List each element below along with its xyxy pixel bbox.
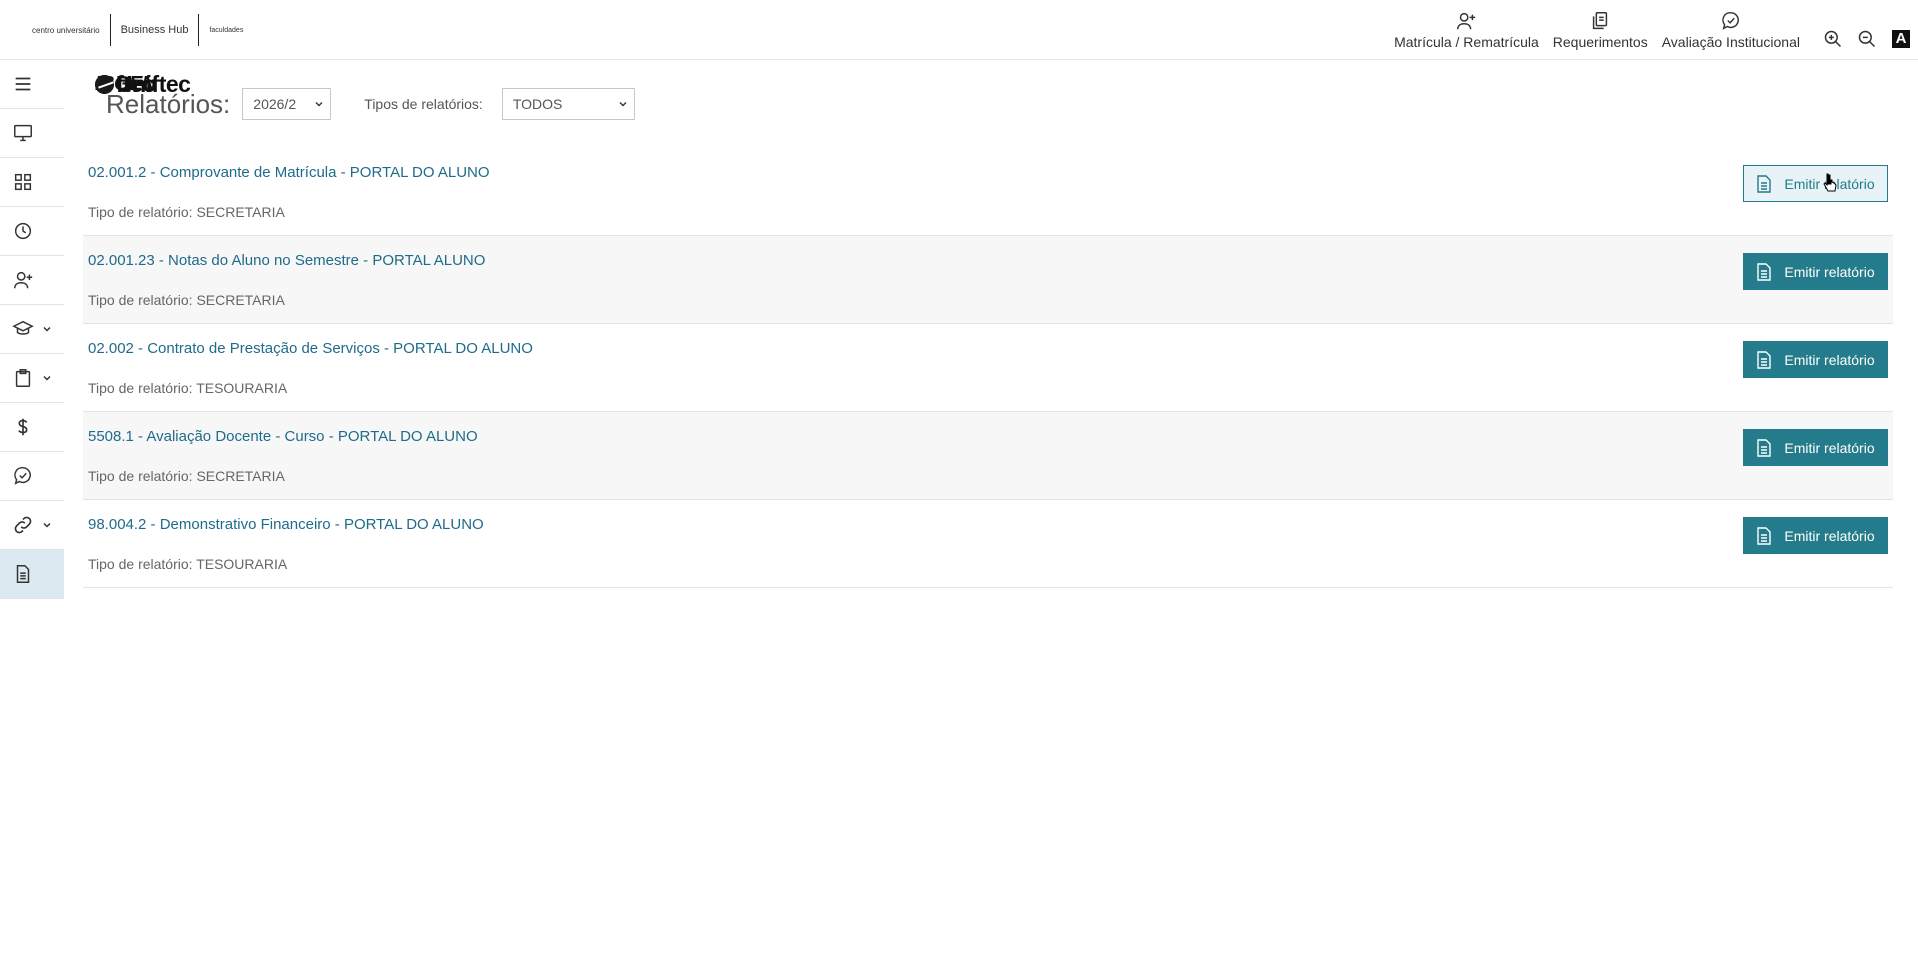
document-icon <box>16 565 30 583</box>
contrast-button[interactable]: A <box>1890 28 1912 50</box>
report-row: 98.004.2 - Demonstrativo Financeiro - PO… <box>83 500 1893 588</box>
grid-icon <box>14 173 32 191</box>
sidebar-item-apps[interactable] <box>0 158 64 207</box>
sidebar-menu-toggle[interactable] <box>0 60 64 109</box>
report-row: 02.002 - Contrato de Prestação de Serviç… <box>83 324 1893 412</box>
report-title-link[interactable]: 5508.1 - Avaliação Docente - Curso - POR… <box>88 428 478 445</box>
document-icon <box>1757 438 1772 457</box>
report-type: Tipo de relatório: SECRETARIA <box>88 292 285 308</box>
document-icon <box>1757 174 1772 193</box>
report-row: 5508.1 - Avaliação Docente - Curso - POR… <box>83 412 1893 500</box>
chevron-down-icon <box>619 102 627 107</box>
monitor-icon <box>14 124 32 142</box>
nav-matricula[interactable]: Matrícula / Rematrícula <box>1394 10 1539 50</box>
report-title-link[interactable]: 02.001.2 - Comprovante de Matrícula - PO… <box>88 164 490 181</box>
main-content: Relatórios: 2026/2 Tipos de relatórios: … <box>83 60 1893 588</box>
chat-check-icon <box>14 467 31 485</box>
mouse-pointer-icon <box>1823 173 1837 192</box>
brand-logos: Uniftec centro universitário IBGEN Busin… <box>12 12 243 97</box>
ftec-logo: ftec faculdades <box>95 26 243 96</box>
emit-report-button[interactable]: Emitir relatório <box>1743 517 1888 554</box>
emit-report-button[interactable]: Emitir relatório <box>1743 429 1888 466</box>
sidebar-item-evaluation[interactable] <box>0 452 64 501</box>
chevron-down-icon <box>43 326 51 332</box>
zoom-out-icon <box>1858 30 1876 48</box>
sidebar-item-enrollment[interactable] <box>0 256 64 305</box>
report-type: Tipo de relatório: TESOURARIA <box>88 556 288 572</box>
hamburger-menu-icon <box>15 77 31 91</box>
ibgen-logo: IBGEN Business Hub <box>95 24 189 95</box>
zoom-in-icon <box>1824 30 1842 48</box>
contrast-icon: A <box>1892 30 1910 48</box>
report-title-link[interactable]: 98.004.2 - Demonstrativo Financeiro - PO… <box>88 516 484 533</box>
filters-bar: Relatórios: 2026/2 Tipos de relatórios: … <box>83 60 1893 148</box>
document-icon <box>1757 526 1772 545</box>
nav-requerimentos[interactable]: Requerimentos <box>1553 10 1648 50</box>
nav-requerimentos-label: Requerimentos <box>1552 34 1648 50</box>
clock-icon <box>14 222 32 240</box>
chevron-down-icon <box>43 375 51 381</box>
chat-check-icon <box>1722 12 1739 30</box>
report-type: Tipo de relatório: SECRETARIA <box>88 204 285 220</box>
period-select-value: 2026/2 <box>253 96 297 112</box>
documents-icon <box>1593 12 1608 30</box>
user-plus-icon <box>14 271 33 289</box>
report-type-select[interactable]: TODOS <box>501 88 635 120</box>
logo-divider <box>198 14 200 46</box>
report-type-label: Tipos de relatórios: <box>364 96 483 112</box>
logo-divider <box>109 14 111 46</box>
sidebar-item-dashboard[interactable] <box>0 109 64 158</box>
top-navigation: Matrícula / Rematrícula Requerimentos Av… <box>1394 10 1800 50</box>
report-title-link[interactable]: 02.002 - Contrato de Prestação de Serviç… <box>88 340 533 357</box>
sidebar-item-requests[interactable] <box>0 354 64 403</box>
report-type: Tipo de relatório: SECRETARIA <box>88 468 285 484</box>
sidebar-item-reports[interactable] <box>0 550 64 599</box>
zoom-in-button[interactable] <box>1822 28 1844 50</box>
sidebar-item-academic[interactable] <box>0 305 64 354</box>
report-title-link[interactable]: 02.001.23 - Notas do Aluno no Semestre -… <box>88 252 485 269</box>
report-row: 02.001.23 - Notas do Aluno no Semestre -… <box>83 236 1893 324</box>
sidebar-item-financial[interactable] <box>0 403 64 452</box>
zoom-out-button[interactable] <box>1856 28 1878 50</box>
clipboard-icon <box>15 369 31 387</box>
emit-report-button[interactable]: Emitir relatório <box>1743 165 1888 202</box>
top-header: Uniftec centro universitário IBGEN Busin… <box>0 0 1918 97</box>
dollar-icon <box>18 418 28 436</box>
nav-avaliacao-label: Avaliação Institucional <box>1661 34 1800 50</box>
document-icon <box>1757 350 1772 369</box>
period-select[interactable]: 2026/2 <box>242 88 332 120</box>
nav-avaliacao[interactable]: Avaliação Institucional <box>1662 10 1800 50</box>
chevron-down-icon <box>315 102 323 107</box>
uniftec-logo: Uniftec centro universitário <box>32 25 191 97</box>
emit-report-button[interactable]: Emitir relatório <box>1743 253 1888 290</box>
sidebar <box>0 60 64 599</box>
report-type-select-value: TODOS <box>512 96 563 112</box>
emit-report-button[interactable]: Emitir relatório <box>1743 341 1888 378</box>
accessibility-tools: A <box>1822 28 1912 50</box>
report-type: Tipo de relatório: TESOURARIA <box>88 380 288 396</box>
graduation-cap-icon <box>12 320 34 335</box>
document-icon <box>1757 262 1772 281</box>
nav-matricula-label: Matrícula / Rematrícula <box>1394 34 1539 50</box>
user-plus-icon <box>1457 12 1476 30</box>
page-title: Relatórios: <box>106 88 231 119</box>
link-icon <box>14 516 32 534</box>
chevron-down-icon <box>43 522 51 528</box>
sidebar-item-links[interactable] <box>0 501 64 550</box>
report-row: 02.001.2 - Comprovante de Matrícula - PO… <box>83 148 1893 236</box>
sidebar-item-history[interactable] <box>0 207 64 256</box>
